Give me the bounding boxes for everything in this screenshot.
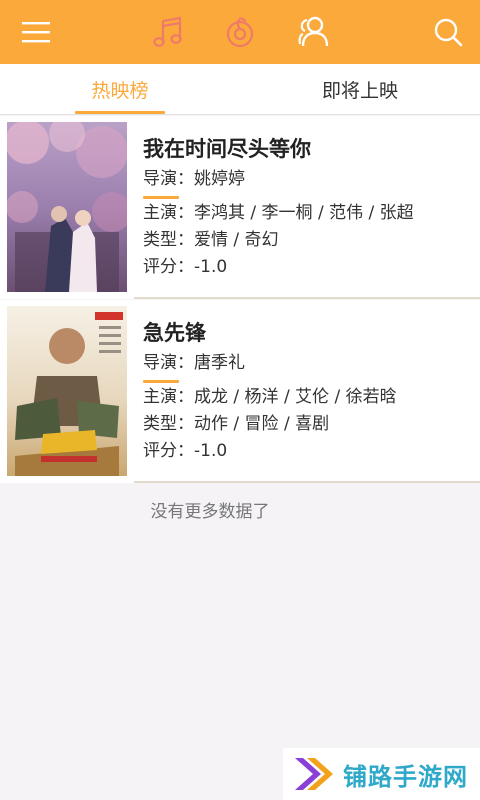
rating-line: 评分：-1.0	[143, 438, 470, 465]
list-divider	[134, 481, 480, 483]
genre-line: 类型：爱情 / 奇幻	[143, 227, 470, 254]
director-line: 导演：姚婷婷	[143, 166, 470, 194]
director-line: 导演：唐季礼	[143, 350, 470, 378]
menu-button[interactable]	[14, 0, 58, 64]
tab-coming-soon[interactable]: 即将上映	[240, 64, 480, 114]
director-value: 姚婷婷	[194, 169, 245, 189]
movie-tab-button[interactable]	[290, 0, 338, 64]
rating-value: -1.0	[194, 257, 228, 277]
movie-poster	[7, 306, 127, 476]
no-more-data-text: 没有更多数据了	[0, 497, 480, 522]
genre-value: 动作 / 冒险 / 喜剧	[194, 414, 330, 434]
cast-label: 主演：	[143, 203, 194, 223]
genre-value: 爱情 / 奇幻	[194, 230, 279, 250]
active-tab-indicator	[75, 111, 165, 114]
movie-title: 我在时间尽头等你	[143, 137, 311, 161]
movie-item[interactable]: 急先锋 导演：唐季礼 主演：成龙 / 杨洋 / 艾伦 / 徐若晗 类型：动作 /…	[0, 300, 480, 483]
search-icon	[434, 18, 463, 47]
movie-item[interactable]: 我在时间尽头等你 导演：姚婷婷 主演：李鸿其 / 李一桐 / 范伟 / 张超 类…	[0, 116, 480, 299]
watermark: 铺路手游网	[283, 748, 480, 800]
rating-line: 评分：-1.0	[143, 254, 470, 281]
rating-label: 评分：	[143, 441, 194, 461]
music-note-icon	[153, 16, 182, 47]
app-bar	[0, 0, 480, 64]
director-value: 唐季礼	[194, 353, 245, 373]
cast-line: 主演：成龙 / 杨洋 / 艾伦 / 徐若晗	[143, 384, 470, 411]
genre-line: 类型：动作 / 冒险 / 喜剧	[143, 411, 470, 438]
menu-icon	[22, 22, 50, 43]
movie-details: 我在时间尽头等你 导演：姚婷婷 主演：李鸿其 / 李一桐 / 范伟 / 张超 类…	[143, 132, 470, 281]
music-tab-button[interactable]	[146, 0, 190, 64]
director-underline	[143, 380, 179, 383]
genre-label: 类型：	[143, 230, 194, 250]
list-divider	[134, 297, 480, 299]
cast-value: 成龙 / 杨洋 / 艾伦 / 徐若晗	[194, 387, 397, 407]
radio-icon	[226, 17, 254, 48]
tab-label: 热映榜	[91, 79, 149, 102]
genre-label: 类型：	[143, 414, 194, 434]
movie-details: 急先锋 导演：唐季礼 主演：成龙 / 杨洋 / 艾伦 / 徐若晗 类型：动作 /…	[143, 316, 470, 465]
director-underline	[143, 196, 179, 199]
people-icon	[298, 16, 329, 47]
no-more-label: 没有更多数据了	[150, 502, 270, 522]
director-label: 导演：	[143, 353, 194, 373]
tab-label: 即将上映	[321, 79, 398, 102]
cast-line: 主演：李鸿其 / 李一桐 / 范伟 / 张超	[143, 200, 470, 227]
cast-label: 主演：	[143, 387, 194, 407]
movie-list: 我在时间尽头等你 导演：姚婷婷 主演：李鸿其 / 李一桐 / 范伟 / 张超 类…	[0, 116, 480, 483]
tab-now-showing[interactable]: 热映榜	[0, 64, 240, 114]
radio-tab-button[interactable]	[218, 0, 262, 64]
search-button[interactable]	[426, 0, 470, 64]
director-label: 导演：	[143, 169, 194, 189]
movie-title: 急先锋	[143, 321, 206, 345]
movie-poster	[7, 122, 127, 292]
watermark-logo-icon	[295, 758, 333, 790]
tab-bar: 热映榜 即将上映	[0, 64, 480, 115]
rating-value: -1.0	[194, 441, 228, 461]
rating-label: 评分：	[143, 257, 194, 277]
watermark-text: 铺路手游网	[343, 762, 468, 791]
cast-value: 李鸿其 / 李一桐 / 范伟 / 张超	[194, 203, 414, 223]
